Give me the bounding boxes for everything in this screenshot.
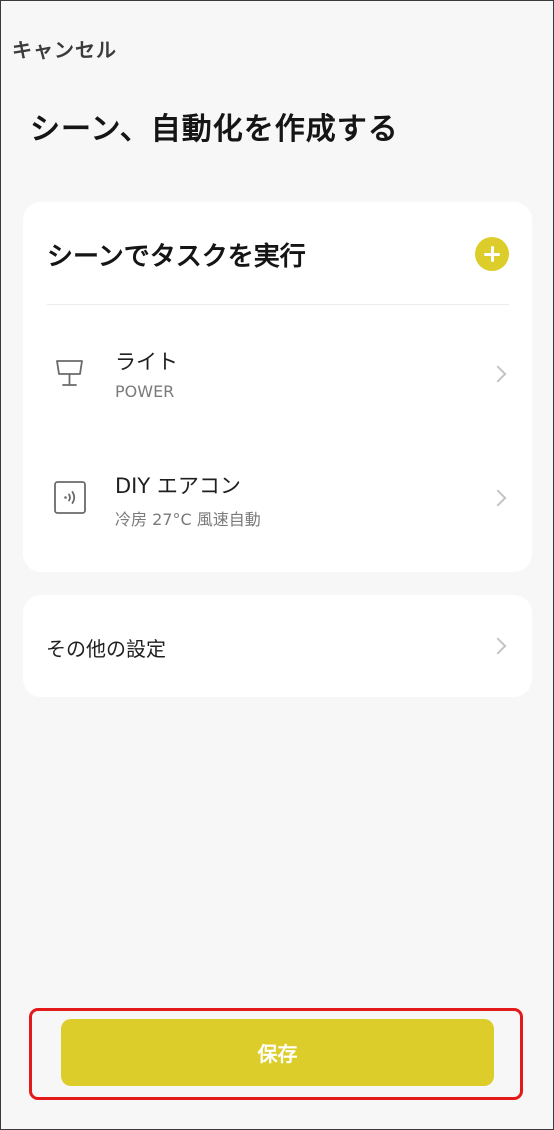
scene-tasks-title: シーンでタスクを実行 [47, 242, 306, 272]
task-detail: 冷房 27°C 風速自動 [115, 510, 261, 529]
task-item-light[interactable]: ライト POWER [23, 330, 532, 420]
task-name: DIY エアコン [115, 474, 241, 498]
cancel-button[interactable]: キャンセル [12, 34, 117, 63]
task-name: ライト [115, 350, 178, 374]
remote-signal-icon [51, 478, 91, 518]
chevron-right-icon [489, 365, 507, 383]
plus-circle-icon[interactable] [475, 237, 509, 271]
other-settings-row[interactable]: その他の設定 [23, 595, 532, 697]
scene-tasks-card: シーンでタスクを実行 ライト POWER DIY エアコン 冷房 27°C 風速… [23, 202, 532, 572]
lamp-icon [51, 354, 91, 394]
task-detail: POWER [115, 382, 175, 401]
chevron-right-icon [489, 489, 507, 507]
chevron-right-icon [489, 637, 507, 655]
task-item-aircon[interactable]: DIY エアコン 冷房 27°C 風速自動 [23, 454, 532, 544]
other-settings-label: その他の設定 [46, 637, 166, 661]
divider [47, 304, 509, 305]
page-title: シーン、自動化を作成する [30, 112, 399, 147]
save-button[interactable]: 保存 [61, 1019, 494, 1086]
